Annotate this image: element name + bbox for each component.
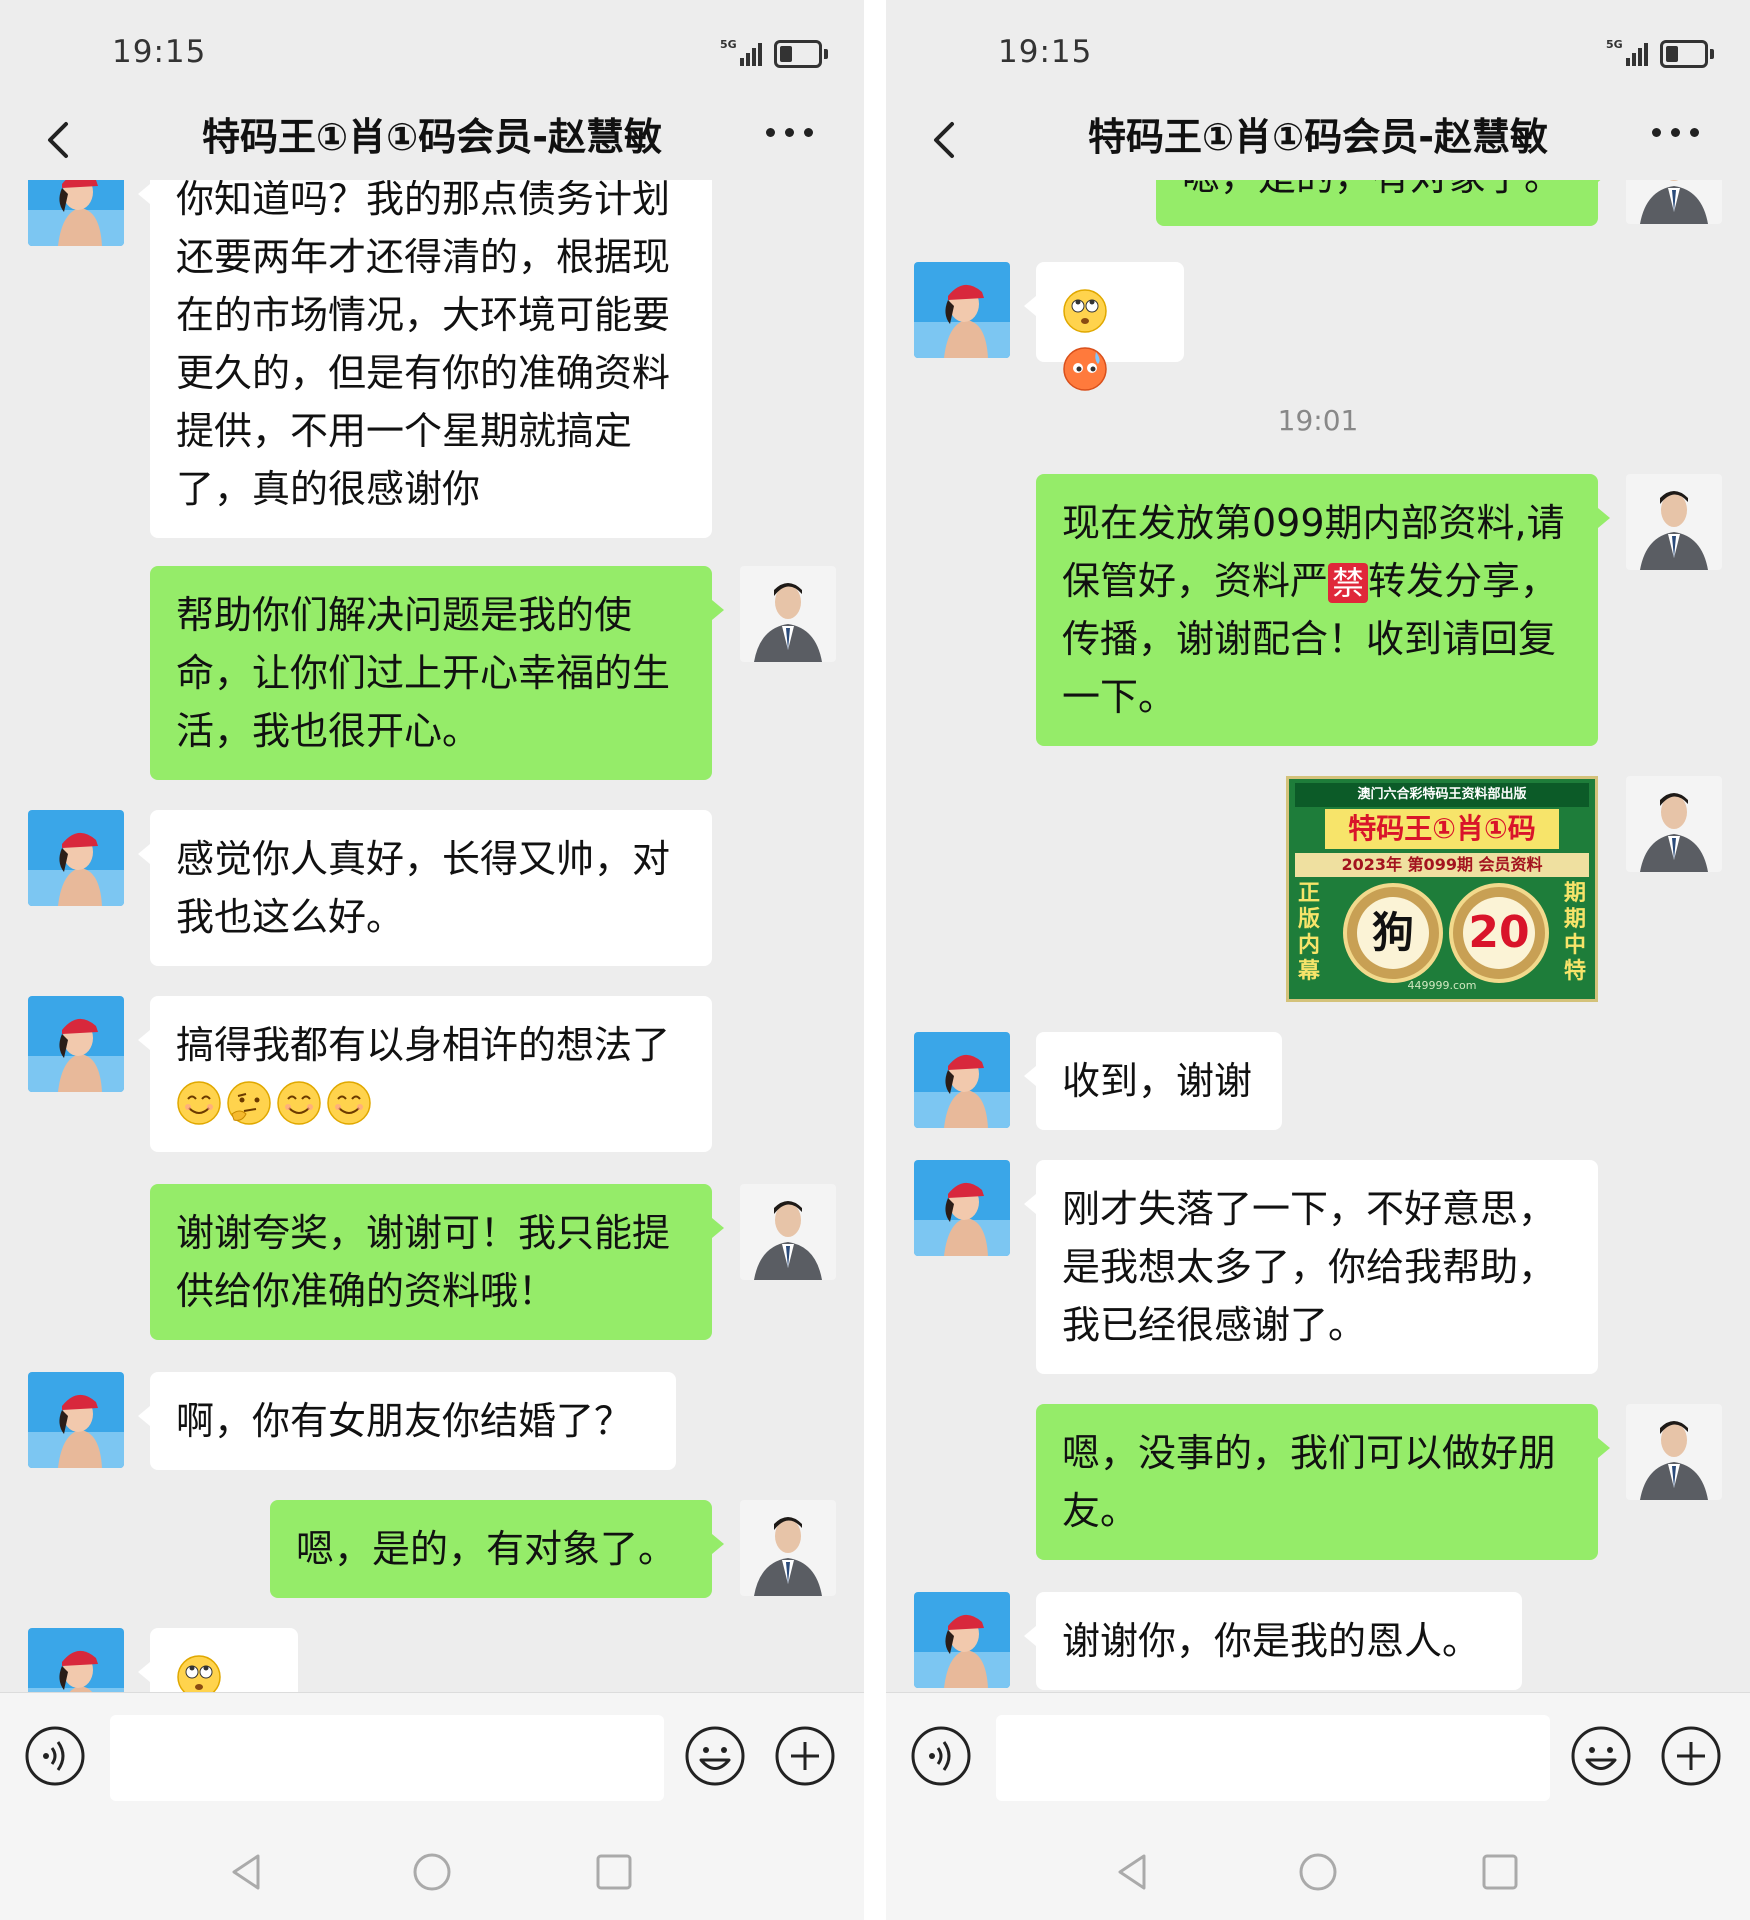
- status-time: 19:15: [998, 34, 1093, 70]
- more-icon[interactable]: [1652, 128, 1702, 142]
- message-in[interactable]: 收到，谢谢: [1024, 1032, 1282, 1130]
- contact-avatar[interactable]: [28, 180, 124, 246]
- voice-icon[interactable]: [910, 1725, 972, 1787]
- rolling-eyes-emoji-icon: [176, 1654, 222, 1692]
- voice-icon[interactable]: [24, 1725, 86, 1787]
- message-out[interactable]: 嗯，是的，有对象了。: [1156, 180, 1610, 226]
- zodiac-text: 狗: [1357, 897, 1429, 969]
- image-right-vertical: 期期中特: [1563, 881, 1586, 984]
- nav-back-icon[interactable]: [224, 1850, 268, 1894]
- message-list[interactable]: 嗯，是的，有对象了。 19:01 现在发放第099期内部资料,请保管好，资料严禁…: [886, 180, 1750, 1692]
- rolling-eyes-emoji-icon: [1062, 288, 1108, 334]
- image-issue: 2023年 第099期 会员资料: [1295, 853, 1589, 877]
- my-avatar[interactable]: [740, 566, 836, 662]
- emoji-icon[interactable]: [1570, 1725, 1632, 1787]
- number-text: 20: [1463, 897, 1535, 969]
- system-navigation: [886, 1820, 1750, 1920]
- thinking-emoji-icon: [226, 1080, 272, 1126]
- my-avatar[interactable]: [1626, 474, 1722, 570]
- my-avatar[interactable]: [1626, 776, 1722, 872]
- chat-title: 特码王①肖①码会员-赵慧敏: [1087, 115, 1549, 159]
- message-in[interactable]: 刚才失落了一下，不好意思，是我想太多了，你给我帮助，我已经很感谢了。: [1024, 1160, 1598, 1374]
- status-time: 19:15: [112, 34, 207, 70]
- my-avatar[interactable]: [1626, 180, 1722, 224]
- smile-emoji-icon: [176, 1080, 222, 1126]
- status-bar: 19:15 5G: [886, 0, 1750, 100]
- signal-icon: 5G: [1606, 38, 1648, 66]
- back-icon[interactable]: [30, 110, 90, 170]
- image-message[interactable]: 澳门六合彩特码王资料部出版 特码王①肖①码 2023年 第099期 会员资料 正…: [1286, 776, 1598, 1002]
- message-in[interactable]: 感觉你人真好，长得又帅，对我也这么好。: [138, 810, 712, 966]
- emoji-icon[interactable]: [684, 1725, 746, 1787]
- signal-icon: 5G: [720, 38, 762, 66]
- contact-avatar[interactable]: [28, 996, 124, 1092]
- zodiac-badge: 狗: [1343, 883, 1443, 983]
- contact-avatar[interactable]: [914, 1160, 1010, 1256]
- battery-icon: [1660, 40, 1714, 68]
- message-in[interactable]: 搞得我都有以身相许的想法了: [138, 996, 712, 1152]
- chat-screen-left: 19:15 5G 特码王①肖①码会员-赵慧敏 你知道吗？我的那点债务计划还要两年…: [0, 0, 864, 1920]
- input-bar: [0, 1692, 864, 1820]
- chat-header: 特码王①肖①码会员-赵慧敏: [886, 100, 1750, 180]
- message-out[interactable]: 谢谢夸奖，谢谢可！我只能提供给你准确的资料哦！: [150, 1184, 724, 1340]
- message-list[interactable]: 你知道吗？我的那点债务计划还要两年才还得清的，根据现在的市场情况，大环境可能要更…: [0, 180, 864, 1692]
- contact-avatar[interactable]: [28, 1628, 124, 1692]
- image-footer: 449999.com: [1407, 979, 1477, 992]
- message-in[interactable]: 啊，你有女朋友你结婚了？: [138, 1372, 676, 1470]
- nav-recent-icon[interactable]: [1478, 1850, 1522, 1894]
- message-input[interactable]: [110, 1715, 664, 1801]
- message-in[interactable]: 你知道吗？我的那点债务计划还要两年才还得清的，根据现在的市场情况，大环境可能要更…: [138, 180, 712, 538]
- chat-title: 特码王①肖①码会员-赵慧敏: [201, 115, 663, 159]
- message-out[interactable]: 嗯，是的，有对象了。: [270, 1500, 724, 1598]
- plus-icon[interactable]: [1660, 1725, 1722, 1787]
- nav-home-icon[interactable]: [410, 1850, 454, 1894]
- message-in[interactable]: 谢谢你，你是我的恩人。: [1024, 1592, 1522, 1690]
- smile-emoji-icon: [276, 1080, 322, 1126]
- message-input[interactable]: [996, 1715, 1550, 1801]
- chat-screen-right: 19:15 5G 特码王①肖①码会员-赵慧敏 嗯，是的，有对象了。 19:01 …: [886, 0, 1750, 1920]
- forbidden-badge: 禁: [1328, 563, 1369, 603]
- chat-header: 特码王①肖①码会员-赵慧敏: [0, 100, 864, 180]
- smile-emoji-icon: [326, 1080, 372, 1126]
- emoji-message[interactable]: [138, 1628, 298, 1692]
- emoji-message[interactable]: [1024, 262, 1184, 362]
- input-bar: [886, 1692, 1750, 1820]
- system-navigation: [0, 1820, 864, 1920]
- nav-home-icon[interactable]: [1296, 1850, 1340, 1894]
- contact-avatar[interactable]: [28, 810, 124, 906]
- sweat-emoji-icon: [1062, 346, 1108, 392]
- contact-avatar[interactable]: [914, 1032, 1010, 1128]
- image-left-vertical: 正版内幕: [1297, 881, 1320, 984]
- message-out[interactable]: 帮助你们解决问题是我的使命，让你们过上开心幸福的生活，我也很开心。: [150, 566, 724, 780]
- image-header: 澳门六合彩特码王资料部出版: [1295, 783, 1589, 807]
- message-text: 搞得我都有以身相许的想法了: [176, 1023, 671, 1067]
- my-avatar[interactable]: [1626, 1404, 1722, 1500]
- contact-avatar[interactable]: [914, 1592, 1010, 1688]
- status-bar: 19:15 5G: [0, 0, 864, 100]
- contact-avatar[interactable]: [28, 1372, 124, 1468]
- nav-recent-icon[interactable]: [592, 1850, 636, 1894]
- more-icon[interactable]: [766, 128, 816, 142]
- image-title: 特码王①肖①码: [1325, 809, 1559, 849]
- my-avatar[interactable]: [740, 1184, 836, 1280]
- my-avatar[interactable]: [740, 1500, 836, 1596]
- back-icon[interactable]: [916, 110, 976, 170]
- nav-back-icon[interactable]: [1110, 1850, 1154, 1894]
- number-badge: 20: [1449, 883, 1549, 983]
- message-out[interactable]: 现在发放第099期内部资料,请保管好，资料严禁转发分享，传播，谢谢配合！收到请回…: [1036, 474, 1610, 746]
- battery-icon: [774, 40, 828, 68]
- message-out[interactable]: 嗯，没事的，我们可以做好朋友。: [1036, 1404, 1610, 1560]
- contact-avatar[interactable]: [914, 262, 1010, 358]
- plus-icon[interactable]: [774, 1725, 836, 1787]
- message-timestamp: 19:01: [1277, 404, 1359, 437]
